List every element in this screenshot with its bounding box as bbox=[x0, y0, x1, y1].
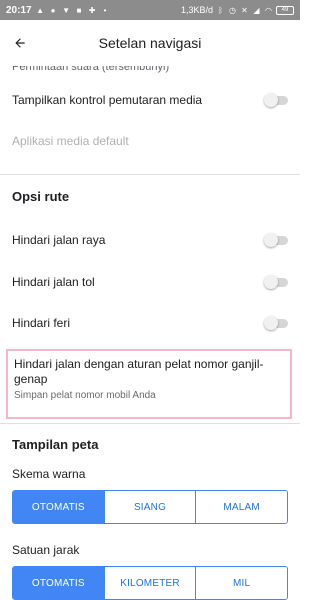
color-scheme-option-day[interactable]: SIANG bbox=[104, 491, 197, 523]
media-controls-label: Tampilkan kontrol pemutaran media bbox=[12, 93, 203, 107]
media-controls-toggle[interactable] bbox=[264, 93, 288, 107]
avoid-ferries-row[interactable]: Hindari feri bbox=[0, 301, 300, 345]
color-scheme-option-night[interactable]: MALAM bbox=[196, 491, 287, 523]
distance-units-selector: OTOMATIS KILOMETER MIL bbox=[12, 566, 288, 600]
distance-units-label: Satuan jarak bbox=[12, 543, 80, 557]
battery-level: 49 bbox=[281, 7, 289, 13]
app-bar: Setelan navigasi bbox=[0, 20, 300, 66]
toggle-thumb bbox=[264, 93, 278, 107]
avoid-tolls-label: Hindari jalan tol bbox=[12, 275, 95, 289]
default-media-app-label: Aplikasi media default bbox=[12, 134, 129, 148]
color-scheme-selector: OTOMATIS SIANG MALAM bbox=[12, 490, 288, 524]
odd-even-plate-title: Hindari jalan dengan aturan pelat nomor … bbox=[14, 357, 264, 386]
avoid-highways-label: Hindari jalan raya bbox=[12, 233, 106, 247]
avoid-ferries-toggle[interactable] bbox=[264, 316, 288, 330]
odd-even-plate-subtitle: Simpan pelat nomor mobil Anda bbox=[14, 390, 156, 401]
default-media-app-row: Aplikasi media default bbox=[0, 126, 300, 156]
toggle-thumb bbox=[264, 233, 278, 247]
alert-icon: ▲ bbox=[36, 5, 45, 15]
back-arrow-icon bbox=[15, 38, 25, 48]
avoid-highways-row[interactable]: Hindari jalan raya bbox=[0, 217, 300, 263]
wifi-icon: ◠ bbox=[265, 5, 272, 15]
distance-units-option-mile[interactable]: MIL bbox=[196, 567, 287, 599]
settings-list: Permintaan suara (tersembunyi) Tampilkan… bbox=[0, 66, 300, 600]
odd-even-plate-setting[interactable]: Hindari jalan dengan aturan pelat nomor … bbox=[6, 349, 292, 419]
download-icon: ▼ bbox=[62, 5, 71, 15]
page-title: Setelan navigasi bbox=[98, 35, 202, 51]
avoid-tolls-row[interactable]: Hindari jalan tol bbox=[0, 263, 300, 301]
media-controls-row[interactable]: Tampilkan kontrol pemutaran media bbox=[0, 74, 300, 126]
avoid-tolls-toggle[interactable] bbox=[264, 275, 288, 289]
avoid-ferries-label: Hindari feri bbox=[12, 316, 71, 330]
status-bar: 20:17 ▲ ● ▼ ■ ✚ • 1,3KB/d ᛒ ◷ ✕ ◢ ◠ 49 bbox=[0, 0, 300, 20]
partially-hidden-setting: Permintaan suara (tersembunyi) bbox=[12, 66, 170, 73]
toggle-thumb bbox=[264, 316, 278, 330]
distance-units-option-kilometer[interactable]: KILOMETER bbox=[104, 567, 197, 599]
net-speed: 1,3KB/d bbox=[180, 5, 213, 15]
mute-icon: ✕ bbox=[241, 5, 248, 15]
more-dot-icon: • bbox=[103, 5, 107, 15]
signal-icon: ◢ bbox=[253, 5, 260, 15]
toggle-thumb bbox=[264, 275, 278, 289]
avoid-highways-toggle[interactable] bbox=[264, 233, 288, 247]
route-options-header: Opsi rute bbox=[12, 188, 70, 204]
distance-units-option-auto[interactable]: OTOMATIS bbox=[13, 567, 105, 599]
battery-icon: 49 bbox=[276, 5, 294, 15]
photos-icon: ✚ bbox=[88, 5, 96, 15]
back-button[interactable] bbox=[0, 20, 40, 66]
color-scheme-label: Skema warna bbox=[12, 467, 86, 481]
whatsapp-icon: ● bbox=[50, 5, 56, 15]
bluetooth-icon: ᛒ bbox=[218, 5, 223, 15]
status-time: 20:17 bbox=[6, 4, 32, 16]
color-scheme-option-auto[interactable]: OTOMATIS bbox=[13, 491, 105, 523]
gallery-icon: ■ bbox=[76, 5, 82, 15]
alarm-icon: ◷ bbox=[229, 5, 236, 15]
map-display-header: Tampilan peta bbox=[12, 436, 99, 452]
